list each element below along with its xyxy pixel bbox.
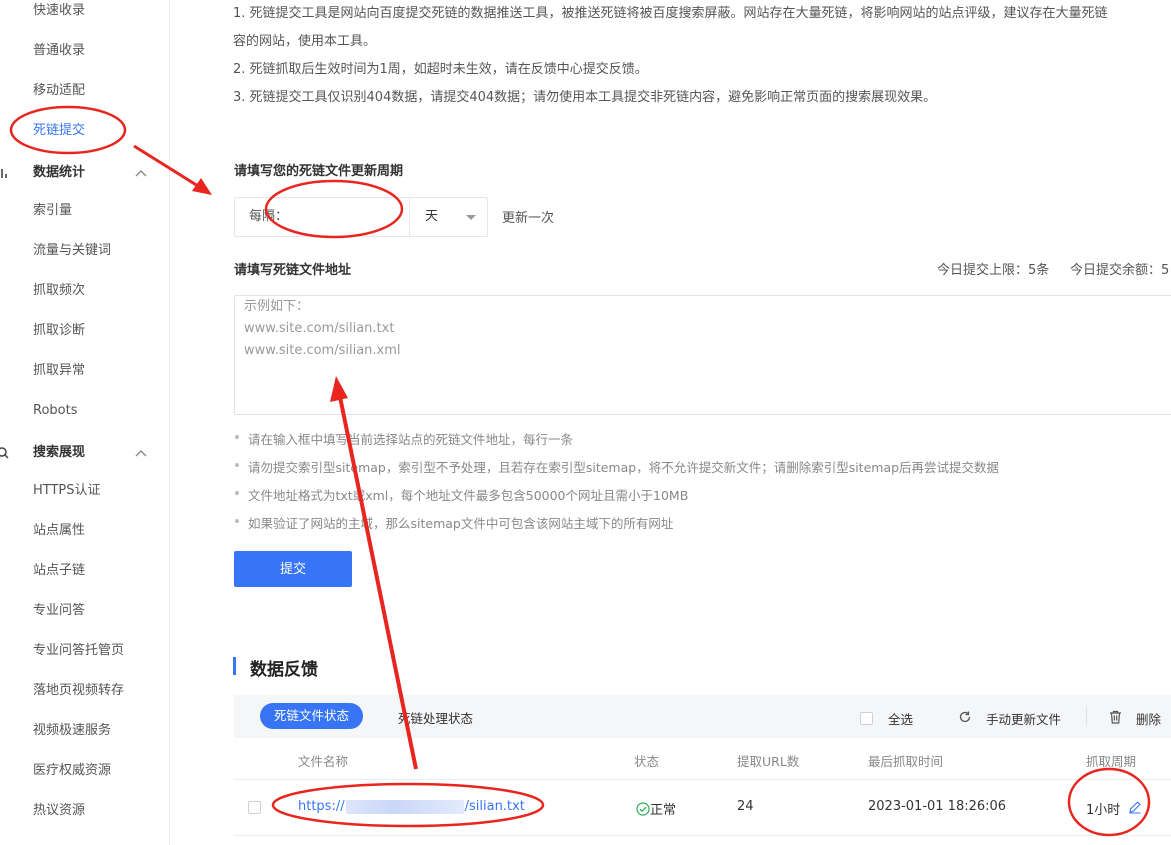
tab-deadlink-process-status[interactable]: 死链处理状态	[398, 708, 473, 727]
sidebar-group-search[interactable]: 搜索展现	[0, 443, 147, 463]
select-all-label[interactable]: 全选	[888, 709, 913, 728]
frequency-interval-input[interactable]: 每隔：	[235, 198, 410, 236]
column-header-crawl-period: 抓取周期	[1086, 754, 1137, 769]
delete-button[interactable]: 删除	[1136, 709, 1161, 728]
notice-line-2: 2. 死链抓取后生效时间为1周，如超时未生效，请在反馈中心提交反馈。	[233, 62, 648, 77]
edit-icon[interactable]	[1128, 800, 1142, 814]
sidebar-item-https[interactable]: HTTPS认证	[33, 481, 101, 501]
sidebar-item-video-speed[interactable]: 视频极速服务	[33, 721, 111, 741]
feedback-toolbar: 死链文件状态 死链处理状态 全选 手动更新文件 删除	[234, 695, 1171, 738]
quota-limit: 今日提交上限：5条	[937, 263, 1050, 278]
sidebar-item-medical-authority[interactable]: 医疗权威资源	[33, 761, 111, 781]
sidebar-item-robots[interactable]: Robots	[33, 401, 77, 421]
tip-item: 如果验证了网站的主域，那么sitemap文件中可包含该网站主域下的所有网址	[234, 513, 673, 532]
status-text: 正常	[650, 803, 677, 818]
tip-item: 请勿提交索引型sitemap，索引型不予处理，且若存在索引型sitemap，将不…	[234, 457, 999, 476]
sidebar-group-label: 搜索展现	[33, 445, 86, 460]
last-crawl-cell: 2023-01-01 18:26:06	[868, 799, 1007, 814]
notice-line-3: 3. 死链提交工具仅识别404数据，请提交404数据；请勿使用本工具提交非死链内…	[233, 90, 937, 105]
frequency-selector: 每隔： 天	[234, 197, 488, 237]
status-cell: 正常	[636, 799, 676, 818]
feedback-title: 数据反馈	[250, 660, 318, 680]
deadlink-address-textarea[interactable]: 示例如下： www.site.com/silian.txt www.site.c…	[234, 295, 1171, 415]
sidebar: 快速收录 普通收录 移动适配 死链提交 数据统计 索引量 流量与关键词 抓取频次…	[0, 0, 170, 845]
sidebar-item-site-attributes[interactable]: 站点属性	[33, 521, 85, 541]
notice-line-1: 1. 死链提交工具是网站向百度提交死链的数据推送工具，被推送死链将被百度搜索屏蔽…	[233, 6, 1108, 21]
file-link[interactable]: https:// /silian.txt	[298, 799, 525, 814]
frequency-unit-select[interactable]: 天	[425, 198, 438, 236]
frequency-suffix: 更新一次	[502, 211, 555, 226]
chevron-up-icon[interactable]	[133, 165, 149, 181]
sidebar-item-normal-index[interactable]: 普通收录	[33, 41, 85, 61]
manual-update-button[interactable]: 手动更新文件	[986, 709, 1061, 728]
sidebar-item-crawl-frequency[interactable]: 抓取频次	[33, 281, 85, 301]
refresh-icon[interactable]	[958, 710, 972, 724]
sidebar-item-crawl-diagnosis[interactable]: 抓取诊断	[33, 321, 85, 341]
notice-line-1-cont: 容的网站，使用本工具。	[233, 34, 377, 49]
sidebar-item-pro-qa-hosted[interactable]: 专业问答托管页	[33, 641, 124, 661]
select-all-checkbox[interactable]	[860, 712, 873, 725]
redacted-domain	[345, 799, 464, 814]
sidebar-item-deadlink-submit[interactable]: 死链提交	[33, 121, 85, 141]
quota-remaining: 今日提交余额：5	[1070, 263, 1170, 278]
row-divider	[234, 779, 1171, 780]
frequency-label: 请填写您的死链文件更新周期	[234, 164, 404, 179]
column-header-last-crawl: 最后抓取时间	[868, 754, 944, 769]
search-icon	[0, 447, 9, 459]
sidebar-group-stats[interactable]: 数据统计	[1, 163, 147, 183]
tip-item: 请在输入框中填写当前选择站点的死链文件地址，每行一条	[234, 429, 573, 448]
file-url-prefix: https://	[298, 799, 345, 814]
tab-deadlink-file-status[interactable]: 死链文件状态	[260, 703, 364, 729]
sidebar-item-crawl-errors[interactable]: 抓取异常	[33, 361, 85, 381]
trash-icon[interactable]	[1109, 710, 1122, 724]
sidebar-item-index-count[interactable]: 索引量	[33, 201, 72, 221]
sidebar-item-mobile-adapt[interactable]: 移动适配	[33, 81, 85, 101]
row-checkbox[interactable]	[248, 801, 261, 814]
divider	[1086, 707, 1087, 725]
url-count-cell: 24	[737, 799, 754, 814]
tip-item: 文件地址格式为txt或xml，每个地址文件最多包含50000个网址且需小于10M…	[234, 485, 688, 504]
caret-down-icon[interactable]	[466, 215, 476, 220]
sidebar-item-traffic-keywords[interactable]: 流量与关键词	[33, 241, 111, 261]
section-marker	[233, 657, 236, 675]
sidebar-item-quick-index[interactable]: 快速收录	[33, 1, 85, 21]
address-label: 请填写死链文件地址	[234, 263, 352, 278]
column-header-status: 状态	[634, 754, 660, 769]
chart-icon	[1, 169, 7, 178]
check-circle-icon	[636, 802, 650, 816]
sidebar-group-label: 数据统计	[33, 165, 86, 180]
placeholder-line: www.site.com/silian.txt	[244, 321, 395, 336]
chevron-up-icon[interactable]	[133, 445, 149, 461]
sidebar-item-hot-discussion[interactable]: 热议资源	[33, 801, 85, 821]
column-header-file-name: 文件名称	[298, 754, 349, 769]
placeholder-line: 示例如下：	[244, 299, 310, 314]
file-url-suffix: /silian.txt	[464, 799, 525, 814]
row-divider	[234, 835, 1171, 836]
sidebar-item-pro-qa[interactable]: 专业问答	[33, 601, 85, 621]
main-content: 1. 死链提交工具是网站向百度提交死链的数据推送工具，被推送死链将被百度搜索屏蔽…	[170, 0, 1171, 845]
sidebar-item-site-sublinks[interactable]: 站点子链	[33, 561, 85, 581]
placeholder-line: www.site.com/silian.xml	[244, 343, 401, 358]
submit-button[interactable]: 提交	[234, 551, 352, 587]
sidebar-item-landing-video[interactable]: 落地页视频转存	[33, 681, 124, 701]
column-header-url-count: 提取URL数	[737, 754, 800, 769]
crawl-period-cell: 1小时	[1086, 803, 1121, 818]
